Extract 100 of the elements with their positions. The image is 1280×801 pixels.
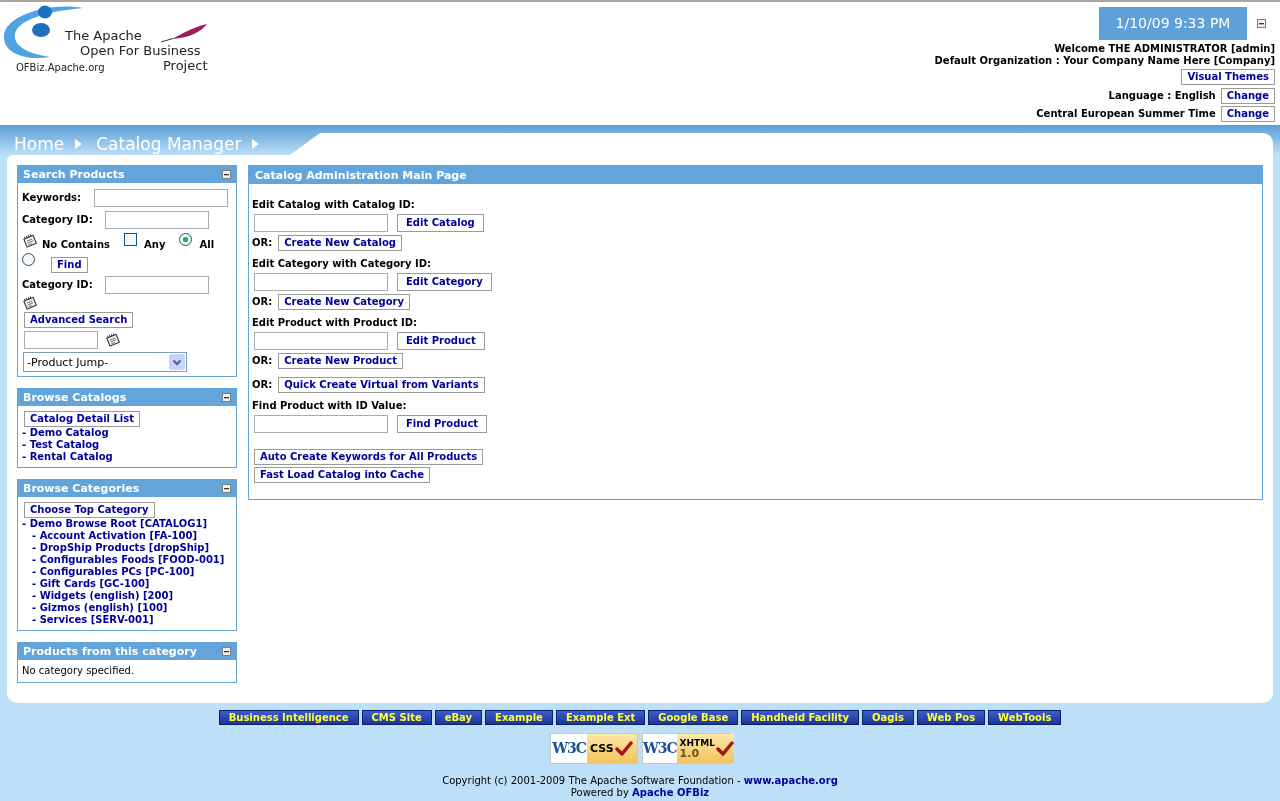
choose-top-category-button[interactable]: Choose Top Category <box>24 502 155 518</box>
action-button[interactable]: Edit Catalog <box>397 214 484 232</box>
field-label: Keywords: <box>22 192 82 204</box>
logo-text: Open For Business <box>80 43 201 58</box>
category-link[interactable]: - Gizmos (english) [100] <box>32 602 168 614</box>
or-label: OR: <box>252 355 273 367</box>
badge-version: 1.0 <box>679 747 700 760</box>
screenlet-title: Browse Catalogs <box>23 391 127 404</box>
app-button[interactable]: Google Base <box>648 710 739 725</box>
checkmark-icon <box>715 740 734 757</box>
action-button[interactable]: Quick Create Virtual from Variants <box>278 377 485 393</box>
app-button[interactable]: Web Pos <box>916 710 986 725</box>
category-link[interactable]: - Widgets (english) [200] <box>32 590 174 602</box>
app-button[interactable]: Handheld Facility <box>741 710 860 725</box>
collapse-icon[interactable] <box>222 484 231 493</box>
category-link[interactable]: - DropShip Products [dropShip] <box>32 542 209 554</box>
app-button[interactable]: CMS Site <box>361 710 432 725</box>
collapse-icon[interactable] <box>222 393 231 402</box>
action-button[interactable]: Create New Product <box>278 353 404 369</box>
catalog-detail-list-button[interactable]: Catalog Detail List <box>24 411 141 427</box>
app-button[interactable]: eBay <box>434 710 483 725</box>
clock-display: 1/10/09 9:33 PM <box>1099 7 1247 40</box>
change-button[interactable]: Change <box>1220 88 1275 104</box>
field-label: Edit Category with Category ID: <box>252 258 431 270</box>
action-button[interactable]: Find Product <box>397 415 488 433</box>
collapse-icon[interactable] <box>1257 19 1266 28</box>
action-button[interactable]: Fast Load Catalog into Cache <box>254 467 430 483</box>
app-button[interactable]: Example <box>485 710 553 725</box>
notepad-icon[interactable] <box>105 333 121 347</box>
validation-badge[interactable]: W3C CSS <box>550 733 638 764</box>
notepad-icon[interactable] <box>22 296 38 310</box>
app-button[interactable]: WebTools <box>988 710 1062 725</box>
text-field[interactable] <box>24 331 98 349</box>
advanced-search-button[interactable]: Advanced Search <box>24 312 134 328</box>
screenlet-title: Products from this category <box>23 645 197 658</box>
apache-link[interactable]: www.apache.org <box>743 775 838 786</box>
category-id-field[interactable] <box>104 211 209 229</box>
badge-label: CSS <box>590 742 614 755</box>
radio-button[interactable] <box>22 253 35 266</box>
main-panel-title: Catalog Administration Main Page <box>255 168 467 182</box>
badge-label: XHTML <box>679 737 715 748</box>
chevron-down-icon[interactable] <box>169 354 185 370</box>
setting-label: Central European Summer Time <box>1036 108 1216 120</box>
option-label: No Contains <box>42 239 111 251</box>
powered-by-text: Powered by Apache OFBiz <box>570 787 710 799</box>
category-link[interactable]: - Demo Browse Root [CATALOG1] <box>22 518 207 530</box>
product-jump-select[interactable]: -Product Jump- <box>23 352 187 372</box>
collapse-icon[interactable] <box>222 647 231 656</box>
find-button[interactable]: Find <box>51 257 88 273</box>
badge-mark-text: W3C <box>551 739 587 758</box>
change-button[interactable]: Change <box>1220 106 1275 122</box>
notepad-icon[interactable] <box>22 234 38 248</box>
field-label: Category ID: <box>22 214 93 226</box>
screenlet-title: Search Products <box>23 168 125 181</box>
catalog-link[interactable]: - Demo Catalog <box>22 427 109 439</box>
app-button[interactable]: Example Ext <box>555 710 646 725</box>
empty-message: No category specified. <box>22 665 136 677</box>
or-label: OR: <box>252 237 273 249</box>
feather-icon <box>160 23 208 43</box>
triangle-icon <box>75 139 83 149</box>
field-label: Edit Product with Product ID: <box>252 317 417 329</box>
action-button[interactable]: Create New Category <box>278 294 411 310</box>
collapse-icon[interactable] <box>222 170 231 179</box>
action-button[interactable]: Create New Catalog <box>278 235 402 251</box>
logo-url-text: OFBiz.Apache.org <box>16 62 105 74</box>
id-field[interactable] <box>254 273 388 291</box>
category-link[interactable]: - Configurables PCs [PC-100] <box>32 566 195 578</box>
id-field[interactable] <box>254 332 388 350</box>
app-button[interactable]: Business Intelligence <box>218 710 359 725</box>
screenlet-title: Browse Categories <box>23 482 140 495</box>
category-link[interactable]: - Gift Cards [GC-100] <box>32 578 150 590</box>
field-label: Find Product with ID Value: <box>252 400 407 412</box>
field-label: Edit Catalog with Catalog ID: <box>252 199 415 211</box>
id-field[interactable] <box>254 214 388 232</box>
category-link[interactable]: - Configurables Foods [FOOD-001] <box>32 554 225 566</box>
app-button[interactable]: Oagis <box>862 710 914 725</box>
action-button[interactable]: Edit Category <box>397 273 492 291</box>
visual-themes-button[interactable]: Visual Themes <box>1181 69 1275 85</box>
organization-text: Default Organization : Your Company Name Here [Company] <box>934 55 1275 67</box>
logo-text: The Apache <box>65 28 142 43</box>
category-link[interactable]: - Services [SERV-001] <box>32 614 154 626</box>
action-button[interactable]: Edit Product <box>397 332 485 350</box>
setting-label: Language : English <box>1108 90 1216 102</box>
id-field[interactable] <box>254 415 388 433</box>
or-label: OR: <box>252 379 273 391</box>
category-link[interactable]: - Account Activation [FA-100] <box>32 530 197 542</box>
catalog-link[interactable]: - Rental Catalog <box>22 451 113 463</box>
keywords-field[interactable] <box>94 189 229 207</box>
or-label: OR: <box>252 296 273 308</box>
logo-text: Project <box>163 58 208 73</box>
copyright-text: Copyright (c) 2001-2009 The Apache Software Foundation - www.apache.org <box>442 775 838 787</box>
category-id-field[interactable] <box>104 276 209 294</box>
ofbiz-link[interactable]: Apache OFBiz <box>632 787 710 798</box>
checkbox[interactable] <box>124 233 138 246</box>
triangle-icon <box>252 139 260 149</box>
option-label: All <box>199 239 215 251</box>
action-button[interactable]: Auto Create Keywords for All Products <box>254 449 484 465</box>
radio-button[interactable] <box>179 233 193 246</box>
catalog-link[interactable]: - Test Catalog <box>22 439 100 451</box>
welcome-text: Welcome THE ADMINISTRATOR [admin] <box>1054 43 1275 55</box>
